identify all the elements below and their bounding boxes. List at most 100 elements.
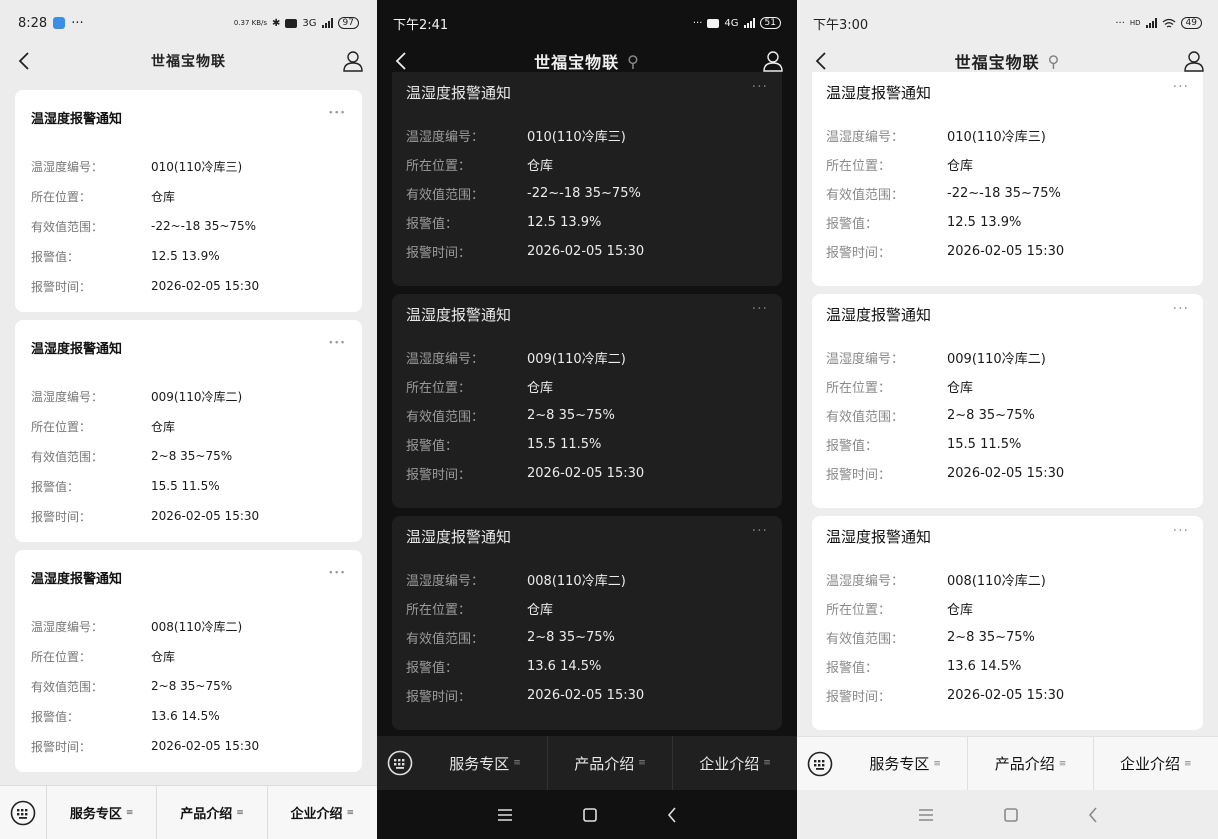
value-location: 仓库 bbox=[527, 159, 554, 174]
alarm-card[interactable]: 温湿度报警通知 ··· 温湿度编号： 008(110冷库二) 所在位置： 仓库 有效值… bbox=[392, 516, 782, 730]
label-range: 有效值范围： bbox=[826, 188, 905, 203]
phone-screen-2: 下午2:41 ··· 4G 51 世福宝物联 ⚲ 温湿度报警通知 ··· 温湿度编号… bbox=[377, 0, 797, 839]
menu-icon[interactable] bbox=[918, 808, 934, 822]
more-icon[interactable]: ··· bbox=[752, 302, 768, 325]
system-nav-bar bbox=[377, 790, 797, 839]
profile-button[interactable] bbox=[1182, 49, 1206, 73]
label-alarm: 报警值： bbox=[31, 249, 80, 264]
menu-service[interactable]: 服务专区 ≡ bbox=[843, 737, 967, 790]
more-icon[interactable]: ··· bbox=[1173, 524, 1189, 547]
alarm-card[interactable]: 温湿度报警通知 ··· 温湿度编号： 009(110冷库二) 所在位置： 仓库 有效值… bbox=[15, 320, 362, 542]
chevron-left-icon bbox=[395, 52, 406, 70]
more-icon[interactable]: ··· bbox=[328, 106, 346, 127]
notification-list[interactable]: 温湿度报警通知 ··· 温湿度编号： 010(110冷库三) 所在位置： 仓库 有效值… bbox=[377, 72, 797, 736]
menu-service[interactable]: 服务专区 ≡ bbox=[46, 786, 156, 839]
card-title: 温湿度报警通知 bbox=[406, 306, 512, 324]
home-icon[interactable] bbox=[583, 807, 597, 822]
menu-icon[interactable] bbox=[497, 808, 513, 822]
menu-icon: ≡ bbox=[1058, 758, 1067, 769]
label-time: 报警时间： bbox=[826, 690, 892, 705]
back-button[interactable] bbox=[12, 49, 36, 73]
alarm-card[interactable]: 温湿度报警通知 ··· 温湿度编号： 010(110冷库三) 所在位置： 仓库 有效值… bbox=[812, 72, 1203, 286]
card-title: 温湿度报警通知 bbox=[31, 572, 123, 587]
label-time: 报警时间： bbox=[31, 509, 92, 524]
label-code: 温湿度编号： bbox=[406, 130, 485, 145]
back-button[interactable] bbox=[809, 49, 833, 73]
keyboard-toggle-button[interactable] bbox=[797, 737, 843, 790]
back-icon[interactable] bbox=[1088, 806, 1098, 823]
menu-products[interactable]: 产品介绍 ≡ bbox=[547, 736, 672, 790]
label-alarm: 报警值： bbox=[406, 217, 459, 232]
alarm-card[interactable]: 温湿度报警通知 ··· 温湿度编号： 010(110冷库三) 所在位置： 仓库 有效值… bbox=[392, 72, 782, 286]
menu-products[interactable]: 产品介绍 ≡ bbox=[967, 737, 1092, 790]
signal-icon bbox=[1145, 18, 1157, 28]
user-icon bbox=[763, 51, 783, 72]
profile-button[interactable] bbox=[761, 49, 785, 73]
notification-list[interactable]: 温湿度报警通知 ··· 温湿度编号： 010(110冷库三) 所在位置： 仓库 有效值… bbox=[0, 90, 377, 785]
menu-icon: ≡ bbox=[236, 807, 244, 818]
value-location: 仓库 bbox=[947, 381, 974, 396]
menu-icon: ≡ bbox=[763, 758, 771, 768]
label-location: 所在位置： bbox=[406, 159, 472, 174]
keyboard-toggle-button[interactable] bbox=[377, 736, 423, 790]
back-icon[interactable] bbox=[667, 806, 677, 823]
bottom-menu: 服务专区 ≡ 产品介绍 ≡ 企业介绍 ≡ bbox=[797, 736, 1218, 790]
home-icon[interactable] bbox=[1003, 807, 1018, 822]
chevron-left-icon bbox=[815, 52, 826, 70]
menu-icon: ≡ bbox=[1184, 758, 1192, 769]
label-code: 温湿度编号： bbox=[826, 352, 905, 367]
value-alarm: 15.5 11.5% bbox=[947, 437, 1022, 452]
value-time: 2026-02-05 15:30 bbox=[151, 279, 260, 293]
alarm-card[interactable]: 温湿度报警通知 ··· 温湿度编号： 008(110冷库二) 所在位置： 仓库 有效值… bbox=[15, 550, 362, 772]
value-alarm: 15.5 11.5% bbox=[527, 437, 602, 452]
label-location: 所在位置： bbox=[406, 381, 472, 396]
more-icon[interactable]: ··· bbox=[328, 566, 346, 587]
profile-button[interactable] bbox=[341, 49, 365, 73]
label-range: 有效值范围： bbox=[31, 679, 104, 694]
status-bar: 8:28 ··· 0.37 KB/s ✱ 3G 97 bbox=[0, 0, 377, 46]
keyboard-icon bbox=[807, 751, 833, 776]
system-nav-bar bbox=[797, 790, 1218, 839]
label-code: 温湿度编号： bbox=[826, 130, 905, 145]
more-icon[interactable]: ··· bbox=[328, 336, 346, 357]
label-range: 有效值范围： bbox=[406, 632, 485, 647]
card-title: 温湿度报警通知 bbox=[406, 528, 512, 546]
menu-service[interactable]: 服务专区 ≡ bbox=[423, 736, 547, 790]
alarm-card[interactable]: 温湿度报警通知 ··· 温湿度编号： 009(110冷库二) 所在位置： 仓库 有效值… bbox=[392, 294, 782, 508]
label-range: 有效值范围： bbox=[31, 449, 104, 464]
value-range: 2~8 35~75% bbox=[947, 630, 1035, 645]
battery-icon: 51 bbox=[759, 17, 781, 29]
menu-company[interactable]: 企业介绍 ≡ bbox=[672, 736, 797, 790]
menu-products[interactable]: 产品介绍 ≡ bbox=[156, 786, 266, 839]
alarm-card[interactable]: 温湿度报警通知 ··· 温湿度编号： 008(110冷库二) 所在位置： 仓库 有效值… bbox=[812, 516, 1203, 730]
menu-company[interactable]: 企业介绍 ≡ bbox=[1092, 737, 1218, 790]
more-icon[interactable]: ··· bbox=[752, 524, 768, 547]
value-code: 008(110冷库二) bbox=[151, 619, 243, 634]
phone-screen-3: 下午3:00 ··· HD 49 世福宝物联 ⚲ 温湿度报警通知 ··· 温湿度编号… bbox=[797, 0, 1218, 839]
value-range: -22~-18 35~75% bbox=[151, 219, 257, 233]
alarm-card[interactable]: 温湿度报警通知 ··· 温湿度编号： 010(110冷库三) 所在位置： 仓库 有效值… bbox=[15, 90, 362, 312]
label-code: 温湿度编号： bbox=[406, 574, 485, 589]
label-alarm: 报警值： bbox=[406, 661, 459, 676]
more-icon[interactable]: ··· bbox=[752, 80, 768, 103]
network-type: 4G bbox=[724, 17, 739, 29]
battery-icon: 97 bbox=[337, 17, 359, 29]
label-range: 有效值范围： bbox=[826, 632, 905, 647]
more-icon[interactable]: ··· bbox=[1173, 302, 1189, 325]
value-time: 2026-02-05 15:30 bbox=[151, 739, 260, 753]
value-location: 仓库 bbox=[947, 159, 974, 174]
keyboard-toggle-button[interactable] bbox=[0, 786, 46, 839]
back-button[interactable] bbox=[389, 49, 413, 73]
label-range: 有效值范围： bbox=[31, 219, 104, 234]
label-location: 所在位置： bbox=[826, 381, 892, 396]
alarm-card[interactable]: 温湿度报警通知 ··· 温湿度编号： 009(110冷库二) 所在位置： 仓库 有效值… bbox=[812, 294, 1203, 508]
network-type: 3G bbox=[302, 17, 317, 29]
value-location: 仓库 bbox=[151, 419, 176, 434]
value-range: -22~-18 35~75% bbox=[527, 186, 641, 201]
notification-list[interactable]: 温湿度报警通知 ··· 温湿度编号： 010(110冷库三) 所在位置： 仓库 有效值… bbox=[797, 72, 1218, 736]
location-pin-icon: ⚲ bbox=[627, 51, 640, 71]
label-time: 报警时间： bbox=[406, 246, 472, 261]
more-icon[interactable]: ··· bbox=[1173, 80, 1189, 103]
value-alarm: 12.5 13.9% bbox=[527, 215, 602, 230]
menu-company[interactable]: 企业介绍 ≡ bbox=[266, 786, 377, 839]
